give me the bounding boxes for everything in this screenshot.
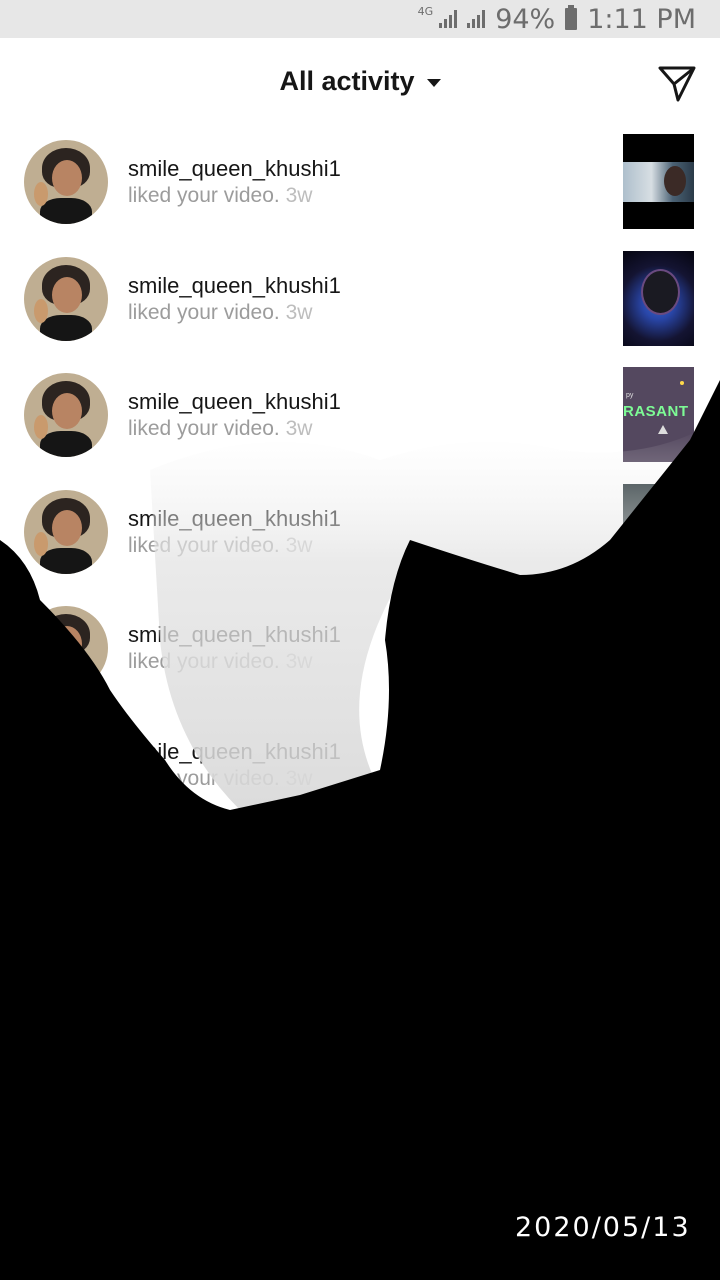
network-type: 4G <box>417 4 434 18</box>
clock: 1:11 PM <box>587 3 696 35</box>
activity-text: liked your video. 3w <box>128 650 312 674</box>
username[interactable]: smile_queen_khushi1 <box>128 273 341 299</box>
activity-screen: 4G 94% 1:11 PM All activity smile_queen_… <box>0 0 720 1280</box>
video-thumbnail[interactable] <box>623 483 694 579</box>
signal-icon <box>439 10 458 28</box>
avatar[interactable] <box>24 489 108 574</box>
activity-action: liked your video. <box>128 650 280 674</box>
activity-action: liked your video. <box>128 533 280 557</box>
activity-text: liked your video. 3w <box>128 767 312 791</box>
avatar[interactable] <box>24 606 108 691</box>
video-thumbnail[interactable] <box>623 717 694 812</box>
time-ago: 3w <box>285 650 313 674</box>
time-ago: 3w <box>285 184 313 207</box>
activity-text: liked your video. 3w <box>128 184 312 208</box>
activity-text: liked your video. 3w <box>128 301 312 325</box>
date-stamp: 2020/05/13 <box>515 1212 691 1243</box>
activity-header: All activity <box>0 38 720 128</box>
avatar[interactable] <box>24 256 108 341</box>
caret-down-icon <box>426 78 441 87</box>
time-ago: 3w <box>285 417 313 441</box>
thumbnail-title: RASANT <box>623 403 689 421</box>
video-thumbnail[interactable] <box>623 134 694 229</box>
avatar[interactable] <box>24 373 108 458</box>
send-paper-plane-icon[interactable] <box>656 62 698 104</box>
status-bar: 4G 94% 1:11 PM <box>0 0 720 38</box>
time-ago: 3w <box>285 533 313 557</box>
notification-row[interactable]: smile_queen_khushi1 liked your video. 3w <box>0 600 720 722</box>
username[interactable]: smile_queen_khushi1 <box>128 739 341 765</box>
notification-row[interactable]: smile_queen_khushi1 liked your video. 3w р… <box>0 367 720 489</box>
avatar[interactable] <box>24 723 108 807</box>
time-ago: 3w <box>285 767 313 790</box>
username[interactable]: smile_queen_khushi1 <box>128 389 341 415</box>
activity-filter-dropdown[interactable]: All activity <box>0 66 720 97</box>
username[interactable]: smile_queen_khushi1 <box>128 622 341 648</box>
activity-action: liked your video. <box>128 417 280 441</box>
notification-row[interactable]: smile_queen_khushi1 liked your video. 3w <box>0 134 720 256</box>
activity-action: liked your video. <box>128 184 280 207</box>
activity-action: liked your video. <box>128 767 280 790</box>
notification-row[interactable]: smile_queen_khushi1 liked your video. 3w <box>0 483 720 606</box>
notification-row[interactable]: smile_queen_khushi1 liked your video. 3w <box>0 717 720 839</box>
time-ago: 3w <box>285 300 313 324</box>
page-title: All activity <box>279 66 415 96</box>
signal-icon-secondary <box>467 10 486 28</box>
thumbnail-caption: ру <box>626 392 634 400</box>
notification-row[interactable]: smile_queen_khushi1 liked your video. 3w <box>0 250 720 373</box>
video-thumbnail[interactable]: ру RASANT <box>623 367 694 463</box>
avatar[interactable] <box>24 140 108 224</box>
activity-action: liked your video. <box>128 300 280 324</box>
activity-text: liked your video. 3w <box>128 417 312 441</box>
username[interactable]: smile_queen_khushi1 <box>128 506 341 532</box>
video-thumbnail[interactable] <box>623 250 694 346</box>
username[interactable]: smile_queen_khushi1 <box>128 156 341 182</box>
video-thumbnail[interactable] <box>623 600 694 696</box>
battery-percent: 94% <box>495 3 556 35</box>
activity-text: liked your video. 3w <box>128 534 312 558</box>
battery-icon <box>565 5 578 30</box>
